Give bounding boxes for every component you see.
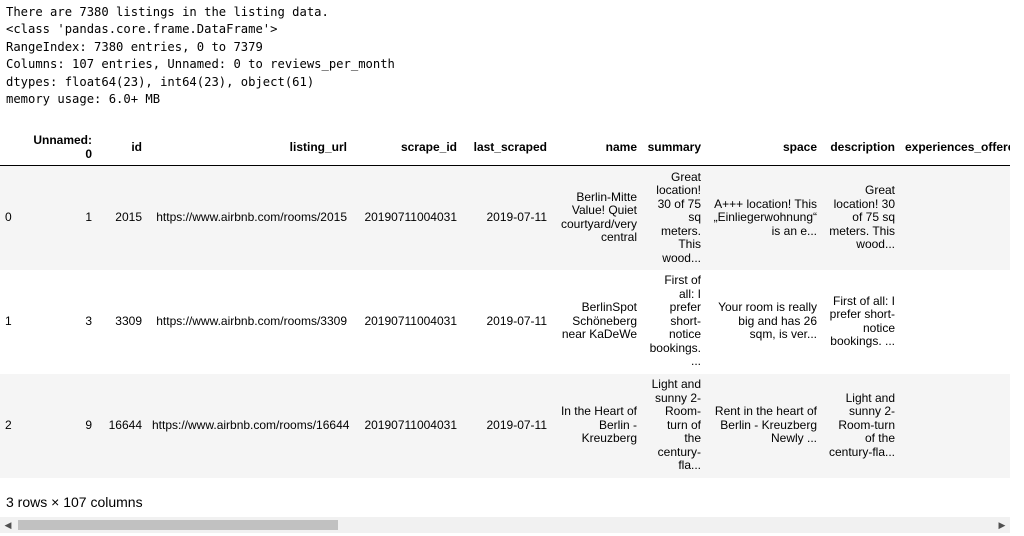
column-header: description bbox=[822, 130, 900, 166]
table-cell: A+++ location! This „Einliegerwohnung“ i… bbox=[713, 196, 817, 238]
notebook-output-cell: There are 7380 listings in the listing d… bbox=[0, 0, 1024, 536]
table-cell: BerlinSpot Schöneberg near KaDeWe bbox=[561, 300, 637, 342]
row-index: 0 bbox=[5, 210, 12, 224]
table-cell: 2019-07-11 bbox=[486, 210, 548, 224]
table-cell: Great location! 30 of 75 sq meters. This… bbox=[829, 183, 895, 251]
dataframe-scroll-area[interactable]: Unnamed: 0 id listing_url scrape_id last… bbox=[0, 130, 1010, 480]
table-cell: 20190711004031 bbox=[364, 210, 457, 224]
stdout-line: dtypes: float64(23), int64(23), object(6… bbox=[6, 74, 315, 89]
table-cell: Rent in the heart of Berlin - Kreuzberg … bbox=[714, 404, 817, 446]
scroll-right-arrow-icon[interactable]: ▶ bbox=[994, 517, 1010, 533]
stdout-line: <class 'pandas.core.frame.DataFrame'> bbox=[6, 22, 278, 37]
table-cell: 2019-07-11 bbox=[486, 313, 548, 328]
table-cell: Light and sunny 2-Room-turn of the centu… bbox=[651, 377, 701, 473]
table-cell: none bbox=[900, 166, 1010, 270]
stdout-line: There are 7380 listings in the listing d… bbox=[6, 5, 329, 19]
row-index: 1 bbox=[5, 313, 12, 328]
index-header bbox=[0, 130, 25, 166]
dataframe-shape-label: 3 rows × 107 columns bbox=[6, 494, 143, 510]
table-row: 0 1 2015 https://www.airbnb.com/rooms/20… bbox=[0, 165, 1010, 270]
column-header: experiences_offered bbox=[900, 130, 1010, 166]
column-header: name bbox=[552, 130, 642, 166]
table-cell: https://www.airbnb.com/rooms/3309 bbox=[156, 313, 347, 328]
column-header: last_scraped bbox=[462, 130, 552, 166]
table-cell: 3 bbox=[85, 313, 92, 328]
column-header: space bbox=[706, 130, 822, 166]
column-header: id bbox=[97, 130, 147, 166]
table-cell: Light and sunny 2-Room-turn of the centu… bbox=[828, 390, 895, 459]
column-header: Unnamed: 0 bbox=[25, 130, 97, 166]
table-cell: Your room is really big and has 26 sqm, … bbox=[718, 300, 817, 342]
table-row: 1 3 3309 https://www.airbnb.com/rooms/33… bbox=[0, 269, 1010, 374]
table-cell: First of all: I prefer short-notice book… bbox=[649, 273, 701, 369]
table-cell: First of all: I prefer short-notice book… bbox=[829, 293, 895, 348]
table-cell: Great location! 30 of 75 sq meters. This… bbox=[656, 169, 701, 265]
table-cell: https://www.airbnb.com/rooms/16644 bbox=[152, 417, 350, 432]
table-cell: 1 bbox=[85, 210, 92, 224]
table-cell: 2019-07-11 bbox=[486, 417, 548, 432]
scrollbar-thumb[interactable] bbox=[18, 520, 338, 530]
table-cell: Berlin-Mitte Value! Quiet courtyard/very… bbox=[560, 189, 637, 245]
stdout-text: There are 7380 listings in the listing d… bbox=[6, 4, 395, 108]
table-cell: 3309 bbox=[115, 313, 142, 328]
table-header-row: Unnamed: 0 id listing_url scrape_id last… bbox=[0, 130, 1010, 166]
dataframe-table: Unnamed: 0 id listing_url scrape_id last… bbox=[0, 130, 1010, 478]
table-cell: 9 bbox=[85, 417, 92, 432]
horizontal-scrollbar[interactable]: ◀ ▶ bbox=[0, 517, 1010, 533]
table-cell: none bbox=[900, 374, 1010, 478]
stdout-line: RangeIndex: 7380 entries, 0 to 7379 bbox=[6, 39, 263, 54]
stdout-line: memory usage: 6.0+ MB bbox=[6, 92, 161, 107]
table-cell: 20190711004031 bbox=[364, 417, 457, 432]
table-cell: 2015 bbox=[115, 210, 142, 224]
table-cell: https://www.airbnb.com/rooms/2015 bbox=[156, 210, 347, 224]
table-cell: 20190711004031 bbox=[364, 313, 457, 328]
row-index: 2 bbox=[5, 417, 12, 432]
column-header: scrape_id bbox=[352, 130, 462, 166]
column-header: listing_url bbox=[147, 130, 352, 166]
scroll-left-arrow-icon[interactable]: ◀ bbox=[0, 517, 16, 533]
stdout-line: Columns: 107 entries, Unnamed: 0 to revi… bbox=[6, 57, 395, 72]
table-cell: In the Heart of Berlin - Kreuzberg bbox=[560, 404, 637, 446]
column-header: summary bbox=[642, 130, 706, 166]
table-cell: none bbox=[900, 270, 1010, 374]
table-cell: 16644 bbox=[108, 417, 142, 432]
table-row: 2 9 16644 https://www.airbnb.com/rooms/1… bbox=[0, 373, 1010, 478]
